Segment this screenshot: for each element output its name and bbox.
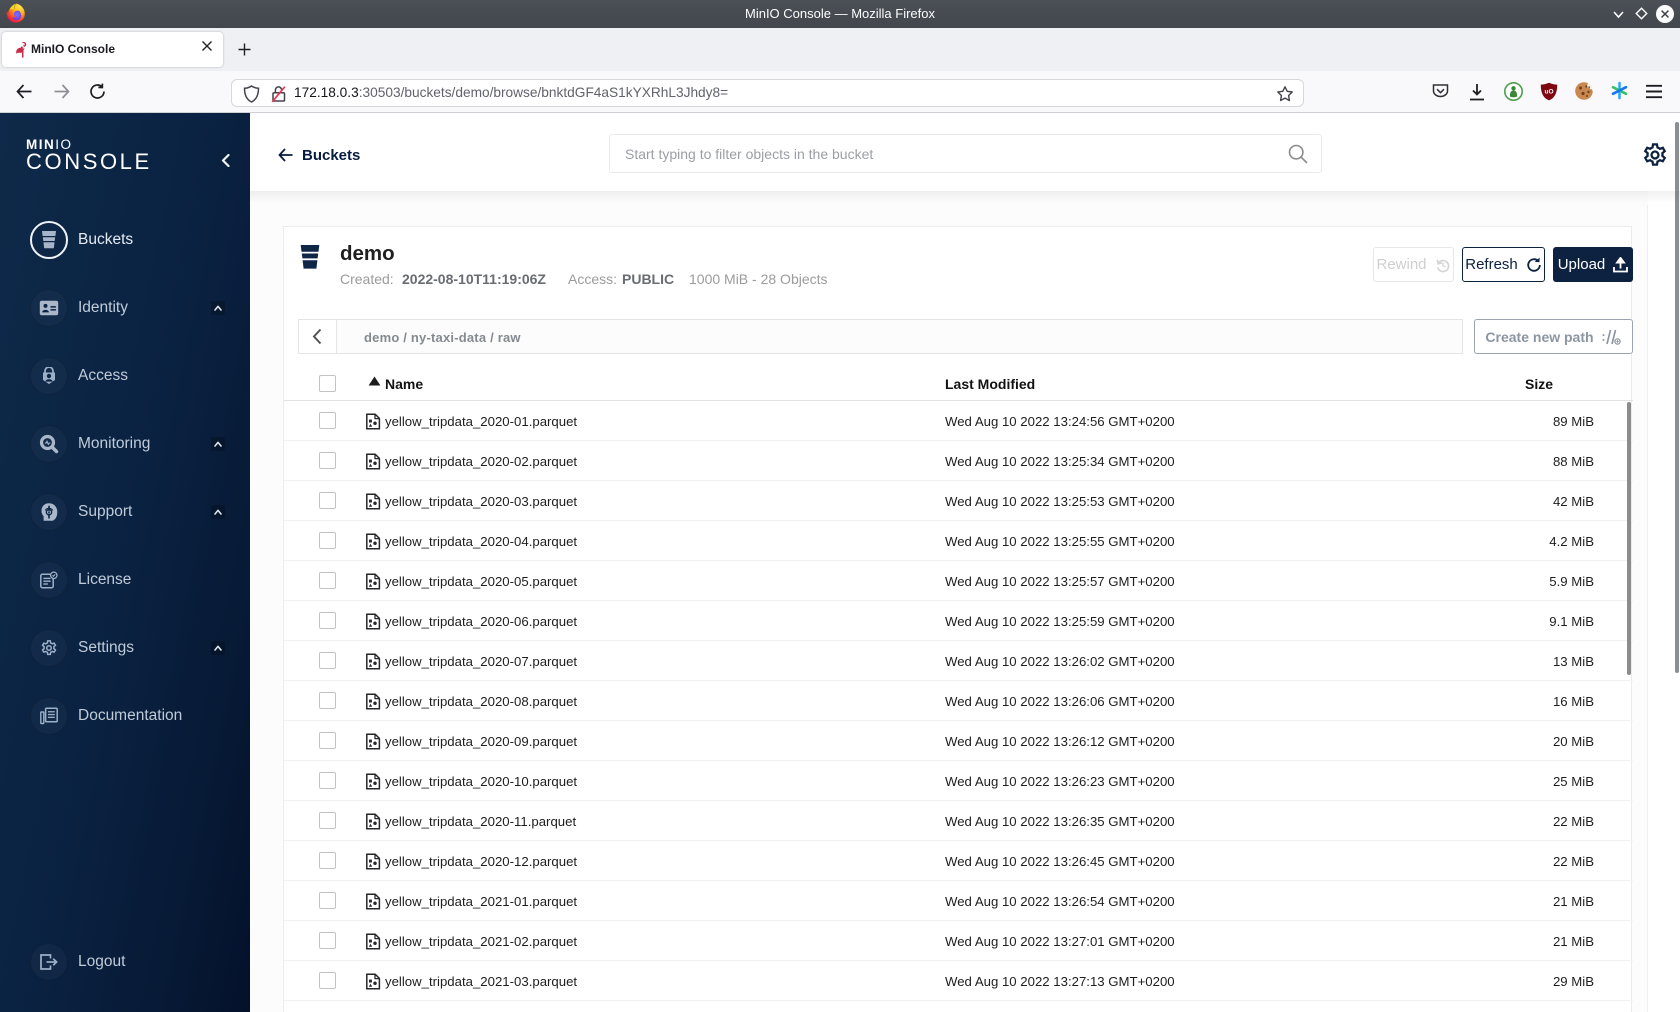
svg-text:uO: uO bbox=[1544, 89, 1553, 96]
